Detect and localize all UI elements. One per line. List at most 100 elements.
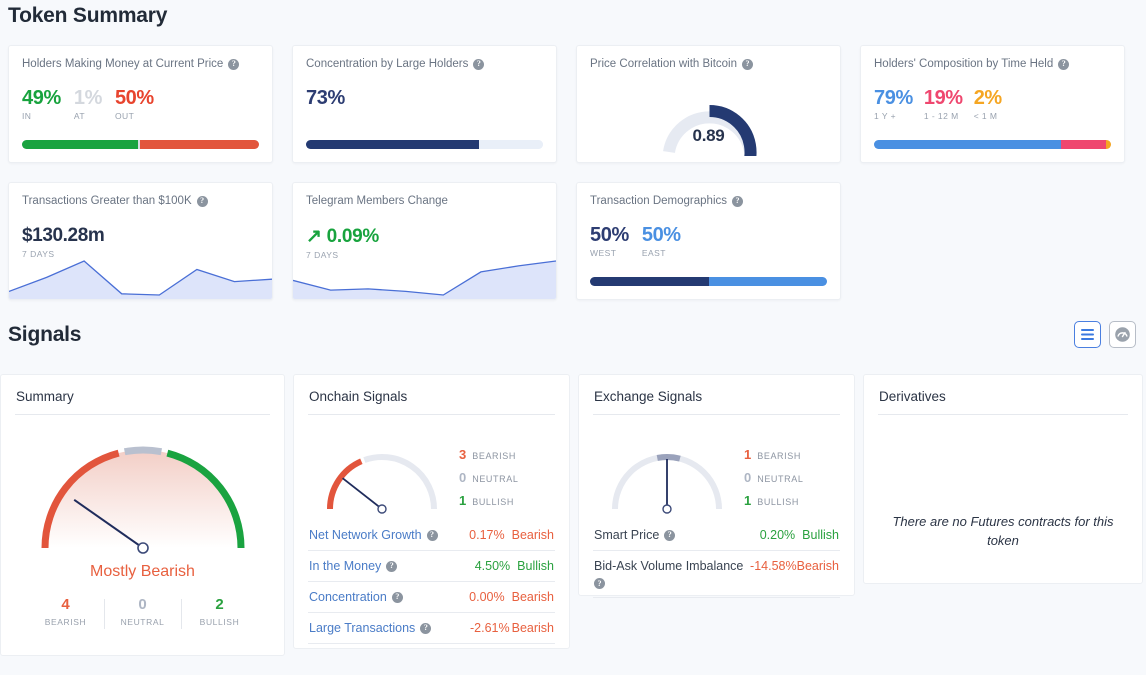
bar-segment <box>1106 140 1111 149</box>
count-label: BULLISH <box>757 497 799 507</box>
sparkline-chart <box>9 253 272 299</box>
correlation-gauge: 0.89 <box>577 74 840 156</box>
help-icon[interactable]: ? <box>427 530 438 541</box>
card-holders-composition-time-held: Holders' Composition by Time Held ? 79% … <box>860 45 1125 163</box>
card-title: Summary <box>1 375 284 414</box>
signals-grid: Summary Mostly Bearish <box>0 374 1146 656</box>
stat-label: AT <box>74 111 102 121</box>
card-header: Holders Making Money at Current Price ? <box>22 58 259 70</box>
count-label: BULLISH <box>181 617 258 627</box>
signal-label: Concentration <box>309 590 387 604</box>
divider <box>15 414 270 415</box>
help-icon[interactable]: ? <box>594 578 605 589</box>
stat-label: WEST <box>590 248 629 258</box>
stat-value: 50% <box>115 88 154 109</box>
count-bullish: 1 BULLISH <box>459 493 518 508</box>
help-icon[interactable]: ? <box>228 59 239 70</box>
bar-segment <box>1061 140 1106 149</box>
sparkline-svg <box>293 253 556 299</box>
gauge-arc-neutral <box>657 457 680 459</box>
card-derivatives: Derivatives There are no Futures contrac… <box>863 374 1143 584</box>
count-value: 0 <box>744 470 751 485</box>
exchange-signal-rows: Smart Price ? 0.20% Bullish Bid-Ask Volu… <box>593 520 840 598</box>
divider <box>878 414 1128 415</box>
card-title: Concentration by Large Holders <box>306 58 468 70</box>
stat-value: 19% <box>924 88 963 109</box>
stat-west: 50% WEST <box>590 225 629 258</box>
help-icon[interactable]: ? <box>197 196 208 207</box>
distribution-bar <box>22 140 259 149</box>
stat-row: 79% 1 Y + 19% 1 - 12 M 2% < 1 M <box>874 88 1111 121</box>
sparkline-svg <box>9 253 272 299</box>
signal-row-large-transactions[interactable]: Large Transactions ? -2.61% Bearish <box>308 613 555 644</box>
card-signals-summary: Summary Mostly Bearish <box>0 374 285 656</box>
stat-east: 50% EAST <box>642 225 681 258</box>
gauge-view-icon[interactable] <box>1109 321 1136 348</box>
stat-in: 49% IN <box>22 88 61 121</box>
card-title: Price Correlation with Bitcoin <box>590 58 737 70</box>
page-title: Token Summary <box>8 4 167 28</box>
sparkline-chart <box>293 253 556 299</box>
help-icon[interactable]: ? <box>392 592 403 603</box>
card-header: Price Correlation with Bitcoin ? <box>590 58 827 70</box>
help-icon[interactable]: ? <box>386 561 397 572</box>
help-icon[interactable]: ? <box>664 530 675 541</box>
count-label: BEARISH <box>27 617 104 627</box>
help-icon[interactable]: ? <box>732 196 743 207</box>
card-title: Transaction Demographics <box>590 195 727 207</box>
bar-segment <box>140 140 259 149</box>
card-onchain-signals: Onchain Signals 3 BEARISH 0 NEUTRAL <box>293 374 570 649</box>
help-icon[interactable]: ? <box>473 59 484 70</box>
gauge-icon-glyph <box>1114 326 1131 343</box>
count-label: NEUTRAL <box>757 474 803 484</box>
card-header: Holders' Composition by Time Held ? <box>874 58 1111 70</box>
count-label: NEUTRAL <box>104 617 181 627</box>
card-holders-making-money: Holders Making Money at Current Price ? … <box>8 45 273 163</box>
signal-values: 0.20% Bullish <box>760 528 839 542</box>
signal-row-concentration[interactable]: Concentration ? 0.00% Bearish <box>308 582 555 613</box>
signal-name[interactable]: Net Network Growth ? <box>309 528 438 542</box>
count-bearish: 4 BEARISH <box>27 597 104 627</box>
stat-value: 49% <box>22 88 61 109</box>
help-icon[interactable]: ? <box>1058 59 1069 70</box>
count-value: 3 <box>459 447 466 462</box>
gauge-arc-bearish <box>330 461 361 509</box>
help-icon[interactable]: ? <box>420 623 431 634</box>
signal-row-in-the-money[interactable]: In the Money ? 4.50% Bullish <box>308 551 555 582</box>
card-title: Telegram Members Change <box>306 195 448 207</box>
card-header: Concentration by Large Holders ? <box>306 58 543 70</box>
bar-segment <box>590 277 709 286</box>
bar-segment <box>22 140 138 149</box>
gauge-arc-neutral <box>125 450 162 452</box>
correlation-value: 0.89 <box>577 126 840 146</box>
signal-name[interactable]: In the Money ? <box>309 559 397 573</box>
count-label: BULLISH <box>472 497 514 507</box>
count-value: 4 <box>27 597 104 614</box>
signal-row-smart-price[interactable]: Smart Price ? 0.20% Bullish <box>593 520 840 551</box>
signal-percent: -2.61% <box>470 621 510 635</box>
signal-row-bid-ask-volume-imbalance[interactable]: Bid-Ask Volume Imbalance ? -14.58% Beari… <box>593 551 840 598</box>
signal-percent: 0.00% <box>469 590 504 604</box>
onchain-signal-rows: Net Network Growth ? 0.17% Bearish In th… <box>308 520 555 644</box>
help-icon[interactable]: ? <box>742 59 753 70</box>
count-neutral: 0 NEUTRAL <box>744 470 803 485</box>
stat-row: 50% WEST 50% EAST <box>590 225 827 258</box>
signal-name[interactable]: Concentration ? <box>309 590 403 604</box>
card-title: Holders Making Money at Current Price <box>22 58 223 70</box>
signal-name: Smart Price ? <box>594 528 675 542</box>
bar-segment <box>479 140 543 149</box>
stat-label: 1 Y + <box>874 111 913 121</box>
count-bullish: 1 BULLISH <box>744 493 803 508</box>
card-telegram-members-change: Telegram Members Change ↗ 0.09% 7 DAYS <box>292 182 557 300</box>
card-title: Transactions Greater than $100K <box>22 195 192 207</box>
signal-name[interactable]: Large Transactions ? <box>309 621 431 635</box>
bar-segment <box>874 140 1061 149</box>
card-header: Transactions Greater than $100K ? <box>22 195 259 207</box>
stat-value: 0.09% <box>327 226 379 247</box>
list-view-icon[interactable] <box>1074 321 1101 348</box>
signal-verdict: Bullish <box>802 528 839 542</box>
signal-row-net-network-growth[interactable]: Net Network Growth ? 0.17% Bearish <box>308 520 555 551</box>
summary-gauge-svg <box>1 430 286 560</box>
stat-at: 1% AT <box>74 88 102 121</box>
count-label: BEARISH <box>472 451 516 461</box>
